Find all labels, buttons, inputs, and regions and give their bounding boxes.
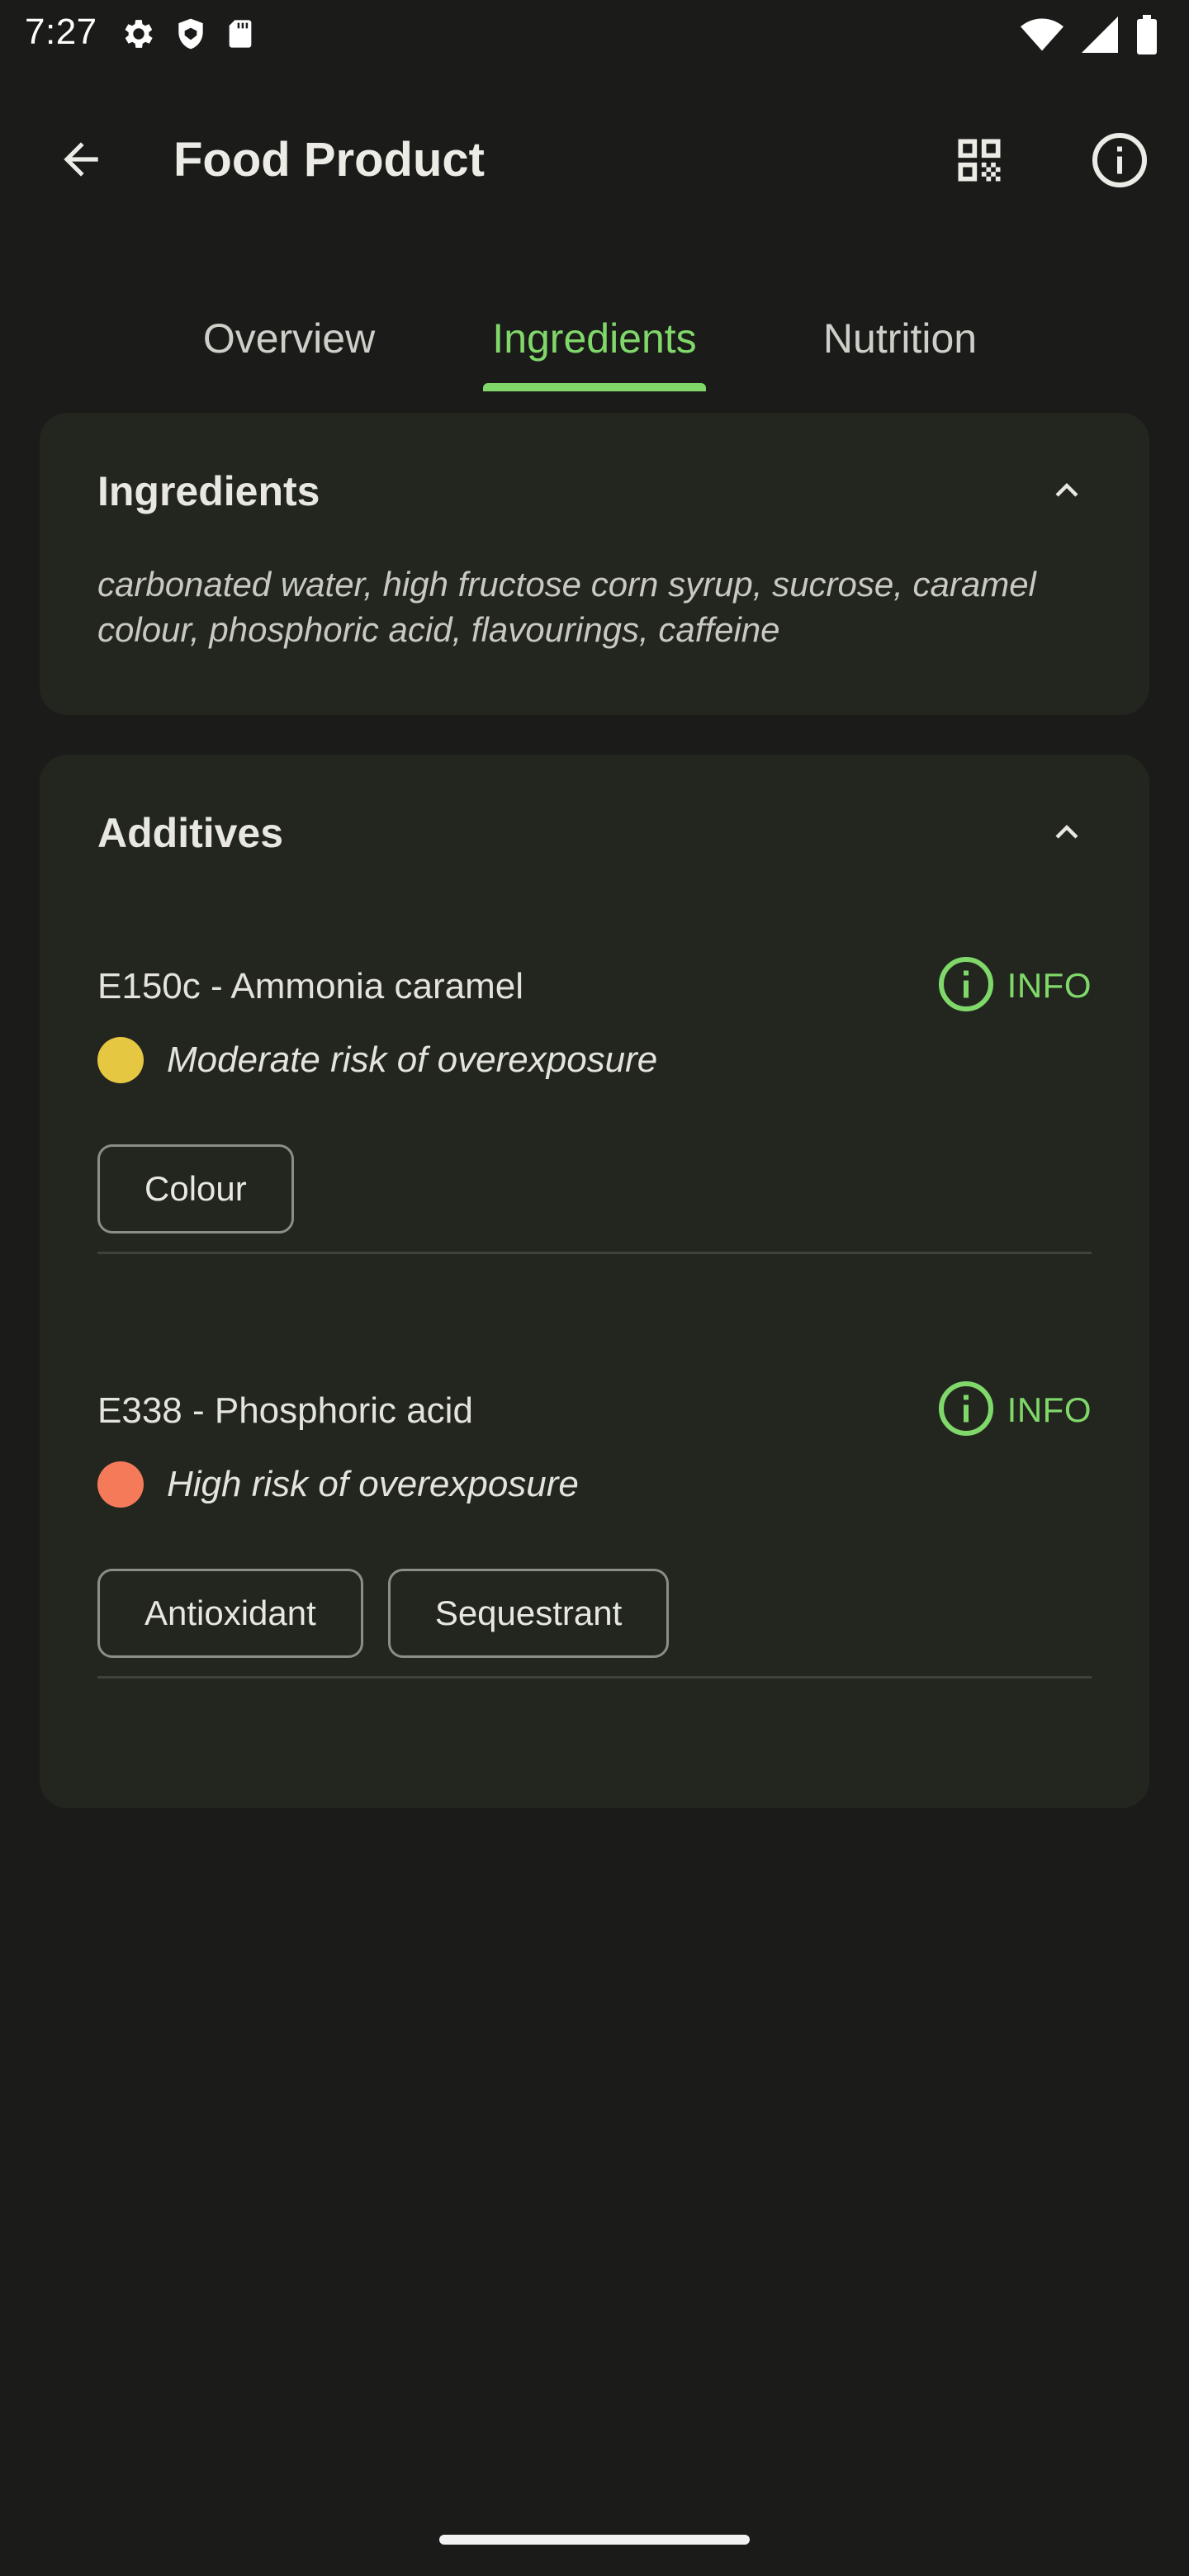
sd-card-icon (224, 15, 257, 57)
app-bar: Food Product (0, 116, 1189, 206)
divider (97, 1252, 1092, 1254)
status-time: 7:27 (25, 12, 97, 52)
info-icon (936, 954, 996, 1018)
risk-text: High risk of overexposure (167, 1464, 579, 1504)
tab-bar: Overview Ingredients Nutrition (0, 281, 1189, 396)
additives-card-title: Additives (97, 810, 284, 856)
risk-row: Moderate risk of overexposure (97, 1037, 657, 1083)
battery-icon (1136, 15, 1158, 59)
risk-text: Moderate risk of overexposure (167, 1039, 658, 1080)
additive-info-button[interactable]: INFO (936, 954, 1092, 1017)
tag-chips: Antioxidant Sequestrant (97, 1569, 670, 1658)
info-icon (936, 1379, 996, 1442)
home-indicator[interactable] (439, 2535, 750, 2545)
additives-collapse-button[interactable] (1042, 809, 1092, 859)
divider (97, 1676, 1092, 1679)
page-title: Food Product (173, 133, 485, 187)
back-button[interactable] (43, 130, 119, 192)
arrow-back-icon (55, 134, 107, 189)
status-icons-left (120, 15, 257, 57)
tag-chips: Colour (97, 1144, 294, 1234)
risk-indicator-dot (97, 1461, 144, 1508)
status-icons-right (1021, 15, 1158, 59)
gear-icon (120, 15, 158, 57)
additives-card: Additives E150c - Ammonia caramel INFO M… (40, 755, 1149, 1808)
qr-code-icon (951, 132, 1007, 192)
ingredients-collapse-button[interactable] (1042, 467, 1092, 517)
tag-chip[interactable]: Antioxidant (97, 1569, 363, 1658)
tag-chip[interactable]: Colour (97, 1144, 294, 1234)
info-link-label: INFO (1007, 966, 1092, 1005)
additive-name: E150c - Ammonia caramel (97, 966, 523, 1006)
shield-icon (173, 15, 209, 57)
chevron-up-icon (1045, 810, 1089, 859)
additive-info-button[interactable]: INFO (936, 1379, 1092, 1442)
chevron-up-icon (1045, 468, 1089, 517)
status-bar: 7:27 (0, 0, 1189, 73)
tab-overview[interactable]: Overview (165, 297, 413, 380)
info-link-label: INFO (1007, 1390, 1092, 1429)
additive-name: E338 - Phosphoric acid (97, 1390, 473, 1431)
risk-row: High risk of overexposure (97, 1461, 579, 1508)
qr-code-button[interactable] (941, 127, 1017, 197)
ingredients-text: carbonated water, high fructose corn syr… (97, 565, 1036, 649)
signal-icon (1082, 17, 1118, 57)
tab-ingredients[interactable]: Ingredients (462, 297, 727, 380)
wifi-icon (1021, 17, 1063, 57)
tab-nutrition[interactable]: Nutrition (776, 297, 1024, 380)
tab-indicator (483, 383, 706, 391)
info-icon (1090, 130, 1149, 194)
info-button[interactable] (1082, 127, 1158, 197)
ingredients-card: Ingredients carbonated water, high fruct… (40, 413, 1149, 715)
tag-chip[interactable]: Sequestrant (387, 1569, 670, 1658)
risk-indicator-dot (97, 1037, 144, 1083)
ingredients-card-title: Ingredients (97, 468, 320, 514)
